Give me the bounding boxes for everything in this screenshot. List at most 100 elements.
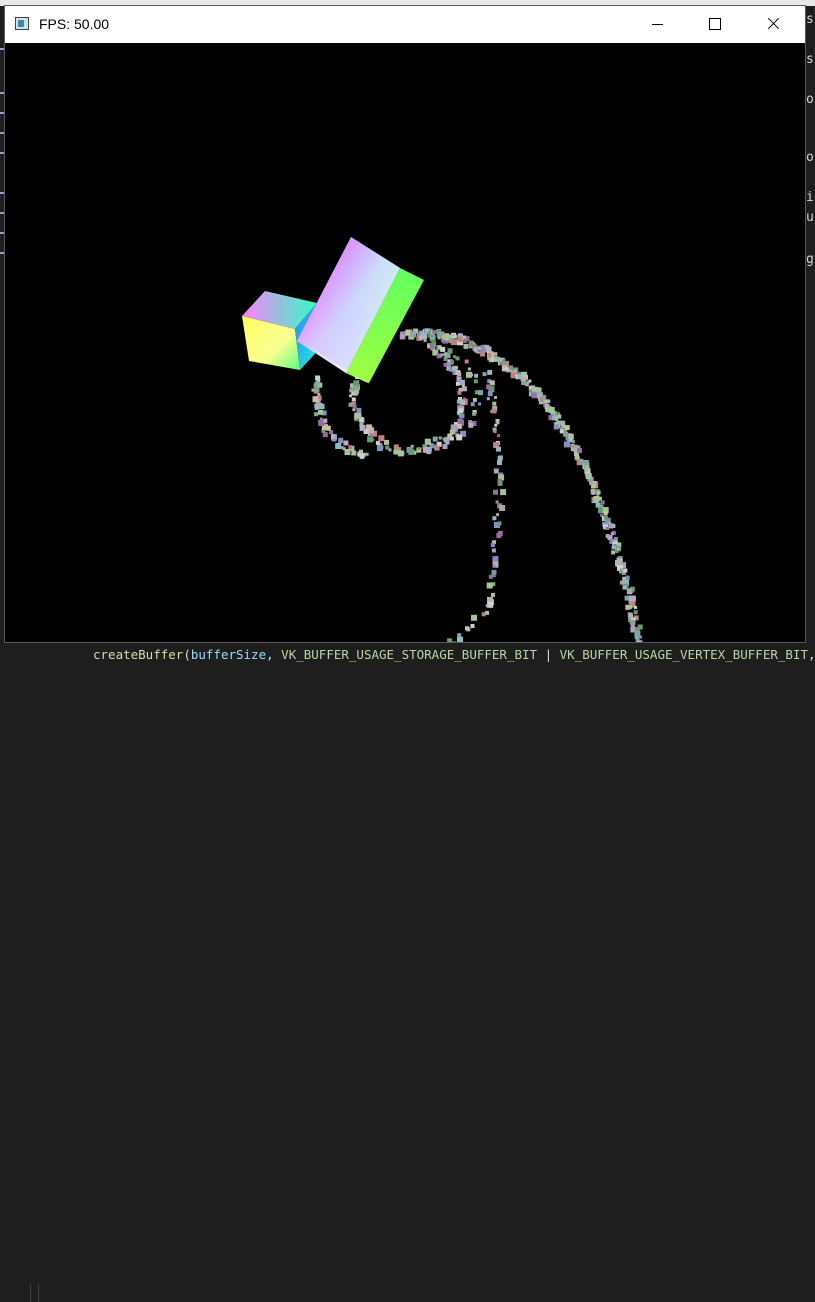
particle: [351, 450, 357, 456]
scene-canvas: [242, 237, 643, 642]
particle: [486, 582, 493, 589]
particle: [438, 436, 442, 440]
minimize-button[interactable]: [634, 6, 680, 43]
editor-text-fragment: s\: [806, 12, 815, 27]
particle: [564, 425, 570, 431]
particle: [486, 397, 490, 401]
particle: [314, 403, 319, 408]
particle: [496, 533, 502, 538]
particle: [611, 550, 616, 555]
particle: [353, 380, 360, 387]
indent-guides: [30, 1284, 42, 1302]
particle: [634, 605, 637, 609]
maximize-button[interactable]: [692, 6, 738, 43]
close-button[interactable]: [750, 6, 796, 43]
particle: [443, 352, 447, 356]
particle: [367, 436, 374, 443]
particle: [459, 413, 465, 419]
particle: [349, 388, 354, 393]
particle: [393, 444, 399, 450]
particle: [491, 408, 497, 414]
particle: [457, 636, 463, 642]
editor-code-line: createBuffer(bufferSize, VK_BUFFER_USAGE…: [93, 647, 815, 662]
particle: [417, 447, 421, 451]
particle: [579, 460, 584, 464]
code-token: createBuffer: [93, 647, 184, 662]
particle: [447, 433, 453, 439]
title-bar[interactable]: FPS: 50.00: [5, 6, 805, 43]
particle: [455, 356, 460, 361]
particle: [463, 338, 468, 343]
particle: [469, 342, 474, 347]
particle: [553, 424, 559, 430]
particle: [487, 348, 491, 352]
particle: [474, 373, 479, 378]
particle: [492, 516, 497, 521]
particle: [376, 445, 383, 452]
particle: [478, 390, 483, 396]
particle: [447, 361, 452, 366]
particle: [471, 614, 477, 621]
particle: [493, 430, 497, 433]
particle: [335, 443, 342, 449]
code-token: bufferSize: [190, 647, 267, 662]
particle: [470, 373, 473, 377]
particle: [352, 404, 357, 409]
particle: [488, 574, 493, 579]
particle: [472, 397, 477, 402]
particle: [314, 412, 319, 417]
particle: [351, 397, 356, 402]
particle: [497, 434, 501, 438]
particle: [447, 348, 453, 354]
particle: [528, 379, 532, 383]
particle: [628, 604, 633, 609]
particle: [480, 347, 486, 353]
particle: [492, 401, 497, 406]
particle: [491, 548, 496, 553]
particle: [423, 339, 427, 343]
particle: [605, 534, 610, 538]
particle: [456, 434, 463, 441]
editor-text-fragment: ul: [806, 210, 815, 225]
particle: [637, 640, 641, 642]
particle: [458, 408, 464, 414]
particle: [505, 367, 509, 371]
particle: [456, 399, 461, 404]
particle: [429, 344, 434, 349]
particle: [468, 422, 474, 428]
particle: [442, 444, 448, 449]
particle: [482, 372, 487, 377]
code-token: VK_BUFFER_USAGE_STORAGE_BUFFER_BIT: [281, 647, 538, 662]
particle: [323, 418, 328, 423]
particle: [603, 511, 608, 516]
particle: [393, 449, 399, 455]
render-viewport[interactable]: [5, 43, 805, 642]
particle: [470, 402, 475, 407]
particle: [359, 423, 364, 427]
particle: [455, 381, 460, 386]
particle: [605, 526, 609, 530]
code-token: ,: [807, 647, 815, 662]
editor-text-fragment: s\: [806, 52, 815, 67]
particle: [531, 393, 537, 399]
particle: [408, 451, 413, 455]
particle: [445, 440, 450, 445]
editor-text-fragment: op: [806, 92, 815, 107]
particle: [461, 386, 467, 392]
particle: [596, 490, 601, 495]
particle: [487, 369, 493, 375]
particle: [472, 411, 477, 416]
particle: [397, 450, 404, 457]
particle: [432, 436, 438, 442]
particle: [496, 357, 500, 361]
particle: [317, 409, 323, 415]
particle: [586, 474, 592, 480]
particle: [432, 330, 437, 335]
particle: [343, 440, 349, 446]
particle: [573, 447, 578, 452]
particle: [434, 445, 440, 451]
particle: [485, 604, 489, 608]
window-title: FPS: 50.00: [39, 16, 110, 32]
code-token: (: [183, 647, 191, 662]
particle: [365, 452, 369, 456]
